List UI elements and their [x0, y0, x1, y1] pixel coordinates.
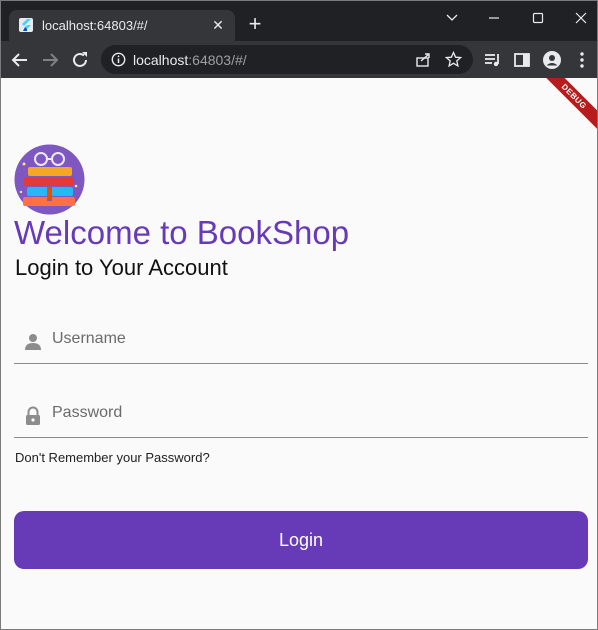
login-button[interactable]: Login: [14, 511, 588, 569]
minimize-icon[interactable]: [479, 5, 509, 29]
info-icon[interactable]: [111, 52, 126, 67]
address-bar[interactable]: localhost:64803/#/: [101, 45, 473, 74]
forgot-password-link[interactable]: Don't Remember your Password?: [15, 450, 210, 465]
more-icon[interactable]: [572, 50, 592, 70]
star-icon[interactable]: [445, 51, 462, 68]
welcome-title: Welcome to BookShop: [14, 214, 350, 251]
profile-icon[interactable]: [542, 50, 562, 70]
close-window-icon[interactable]: [566, 5, 596, 29]
password-field[interactable]: [14, 388, 588, 438]
media-icon[interactable]: [483, 50, 503, 70]
login-subtitle: Login to Your Account: [15, 255, 228, 280]
share-icon[interactable]: [415, 51, 432, 68]
username-field[interactable]: [14, 314, 588, 364]
back-arrow-icon[interactable]: [9, 49, 31, 71]
person-icon: [25, 334, 41, 350]
username-input[interactable]: [52, 324, 572, 354]
tab-strip: localhost:64803/#/ ✕ +: [1, 1, 597, 41]
maximize-icon[interactable]: [523, 5, 553, 29]
url-path: :64803/#/: [188, 52, 247, 68]
app-viewport: DEBUG Welcome to BookShop Login to Your …: [1, 78, 597, 629]
url-text[interactable]: localhost:64803/#/: [133, 52, 247, 68]
close-icon[interactable]: ✕: [210, 17, 226, 33]
reload-icon[interactable]: [69, 49, 91, 71]
tab-search-icon[interactable]: [437, 5, 467, 29]
browser-toolbar: localhost:64803/#/: [1, 41, 597, 78]
browser-tab[interactable]: localhost:64803/#/ ✕: [9, 10, 235, 41]
lock-icon: [26, 406, 40, 425]
tab-title: localhost:64803/#/: [42, 18, 148, 33]
browser-window: localhost:64803/#/ ✕ + localhost:64803/#…: [0, 0, 598, 630]
url-host: localhost: [133, 52, 189, 68]
bookshop-logo-icon: [14, 144, 85, 215]
debug-banner: DEBUG: [539, 78, 597, 131]
new-tab-button[interactable]: +: [245, 13, 265, 35]
forward-arrow-icon[interactable]: [39, 49, 61, 71]
side-panel-icon[interactable]: [512, 50, 532, 70]
password-input[interactable]: [52, 398, 572, 428]
flutter-favicon: [19, 18, 33, 32]
